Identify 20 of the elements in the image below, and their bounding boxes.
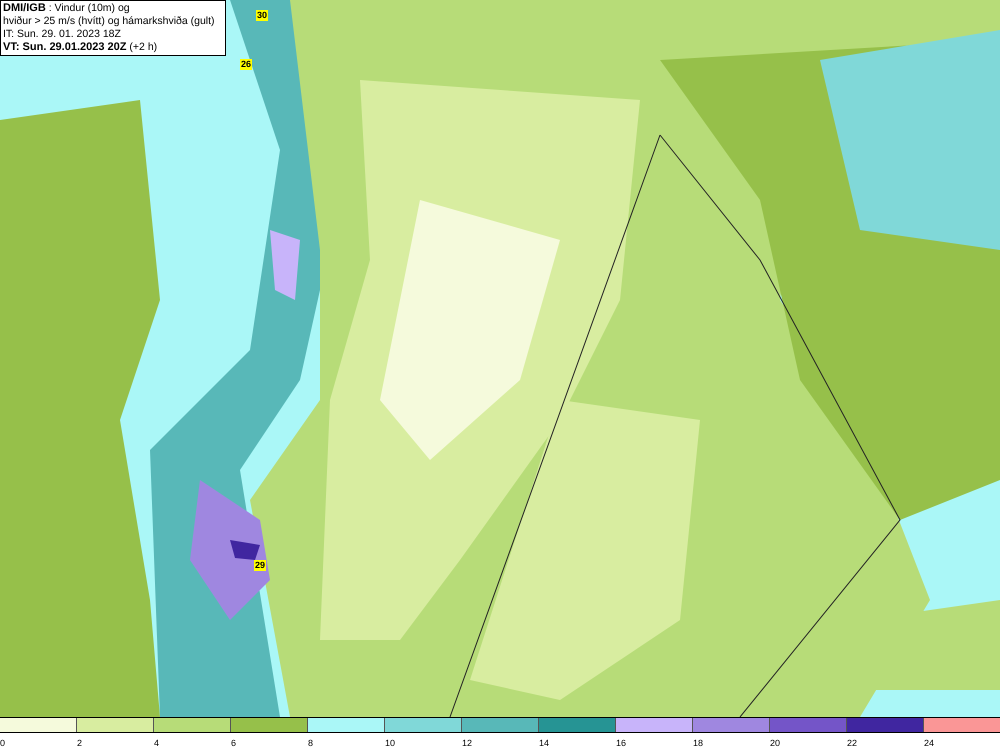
legend-tick-label: 14 — [539, 738, 550, 747]
legend-tick-label: 2 — [77, 738, 82, 747]
legend-tick-label: 6 — [231, 738, 236, 747]
gust-label: 26 — [240, 59, 252, 70]
legend-tick-label: 0 — [0, 738, 6, 747]
legend-tick-label: 18 — [693, 738, 704, 747]
header-line: hviður > 25 m/s (hvítt) og hámarkshviða (gult) — [3, 15, 216, 28]
gust-label: 30 — [256, 10, 268, 21]
legend-tick-label: 16 — [616, 738, 626, 747]
header-line: VT: Sun. 29.01.2023 20Z (+2 h) — [3, 41, 158, 54]
legend-tick-label: 8 — [308, 738, 314, 747]
header-line: DMI/IGB : Vindur (10m) og — [3, 2, 131, 15]
header-line: IT: Sun. 29. 01. 2023 18Z — [3, 28, 122, 41]
gust-label: 29 — [254, 560, 266, 571]
legend-tick-label: 20 — [770, 738, 780, 747]
legend-tick-label: 24 — [924, 738, 934, 747]
legend-tick-label: 10 — [385, 738, 396, 747]
legend-tick-label: 4 — [154, 738, 160, 747]
legend-tick-label: 22 — [847, 738, 858, 747]
legend-tick-label: 12 — [462, 738, 472, 747]
